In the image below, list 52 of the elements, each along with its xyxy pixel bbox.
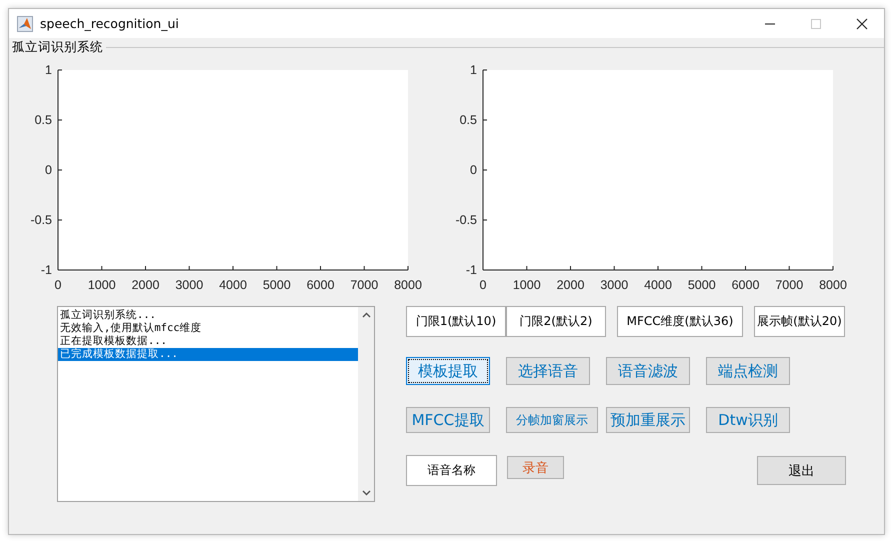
action-button[interactable]: 语音滤波 xyxy=(606,357,690,385)
input-field[interactable]: 语音名称 xyxy=(406,455,497,486)
app-icon xyxy=(17,16,33,32)
tick-label: -0.5 xyxy=(30,213,52,227)
tick-label: -0.5 xyxy=(455,213,477,227)
scrollbar[interactable] xyxy=(358,307,374,501)
log-line[interactable]: 正在提取模板数据... xyxy=(58,335,358,348)
tick-label: 2000 xyxy=(132,278,160,292)
tick-label: 1 xyxy=(470,63,477,77)
action-button[interactable]: MFCC提取 xyxy=(406,407,490,433)
tick-label: 1000 xyxy=(88,278,116,292)
tick-label: -1 xyxy=(466,263,477,277)
tick-label: 0.5 xyxy=(34,113,52,127)
action-button[interactable]: 分帧加窗展示 xyxy=(506,407,598,433)
tick-label: -1 xyxy=(40,263,52,277)
tick-label: 1 xyxy=(45,63,52,77)
input-field[interactable]: MFCC维度(默认36) xyxy=(617,306,743,337)
tick-label: 5000 xyxy=(262,278,291,292)
log-line[interactable]: 无效输入,使用默认mfcc维度 xyxy=(58,322,358,335)
tick-label: 6000 xyxy=(306,278,334,292)
log-line[interactable]: 孤立词识别系统... xyxy=(58,309,358,322)
tick-label: 0 xyxy=(54,278,62,292)
tick-label: 4000 xyxy=(644,278,672,292)
tick-label: 2000 xyxy=(556,278,584,292)
tick-label: 8000 xyxy=(819,278,847,292)
action-button[interactable]: 模板提取 xyxy=(406,357,490,385)
input-field[interactable]: 门限1(默认10) xyxy=(406,306,506,337)
tick-label: 7000 xyxy=(350,278,378,292)
tick-label: 7000 xyxy=(775,278,804,292)
tick-label: 4000 xyxy=(219,278,247,292)
tick-label: 0 xyxy=(470,163,477,177)
tick-label: 0.5 xyxy=(460,113,477,127)
action-button[interactable]: 预加重展示 xyxy=(606,407,690,433)
tick-label: 8000 xyxy=(394,278,422,292)
input-field[interactable]: 门限2(默认2) xyxy=(506,306,606,337)
tick-label: 3000 xyxy=(600,278,628,292)
input-field[interactable]: 展示帧(默认20) xyxy=(754,306,845,337)
close-icon[interactable] xyxy=(856,18,868,30)
exit-button[interactable]: 退出 xyxy=(757,456,846,485)
tick-label: 3000 xyxy=(175,278,204,292)
tick-label: 6000 xyxy=(732,278,760,292)
tick-label: 5000 xyxy=(688,278,716,292)
tick-label: 0 xyxy=(45,163,52,177)
action-button[interactable]: 选择语音 xyxy=(506,357,590,385)
tick-label: 0 xyxy=(480,278,486,292)
tick-label: 1000 xyxy=(512,278,541,292)
action-button[interactable]: 端点检测 xyxy=(706,357,790,385)
scroll-up-icon[interactable] xyxy=(362,312,370,318)
scroll-down-icon[interactable] xyxy=(362,490,370,496)
window-title: speech_recognition_ui xyxy=(40,16,179,31)
action-button[interactable]: Dtw识别 xyxy=(706,407,790,433)
log-listbox[interactable]: 孤立词识别系统... 无效输入,使用默认mfcc维度 正在提取模板数据... 已完成模板数据提取... xyxy=(57,306,375,502)
